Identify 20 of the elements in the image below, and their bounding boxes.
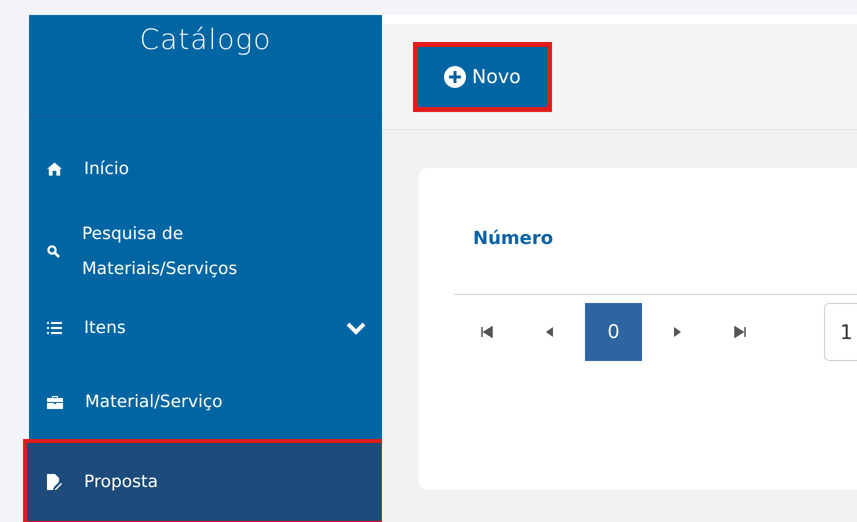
page-size-field[interactable]: 1 xyxy=(824,303,857,361)
briefcase-icon xyxy=(47,395,63,409)
plus-circle-icon xyxy=(444,66,466,88)
nav-item[interactable]: Pesquisa de Materiais/Serviços xyxy=(29,209,382,294)
nav-item[interactable]: Início xyxy=(29,129,382,209)
nav-item[interactable]: Itens xyxy=(29,294,382,362)
nav-item[interactable]: Proposta xyxy=(26,442,382,522)
previous-page-icon[interactable] xyxy=(544,326,554,338)
search-icon xyxy=(47,245,60,258)
new-button[interactable]: Novo xyxy=(418,46,547,106)
app-title: Catálogo xyxy=(140,23,272,58)
last-page-icon[interactable] xyxy=(734,326,746,338)
list-icon xyxy=(47,322,62,334)
column-header[interactable]: Número xyxy=(454,228,857,295)
next-page-icon[interactable] xyxy=(673,326,683,338)
home-icon xyxy=(47,162,62,176)
edit-icon xyxy=(47,474,62,490)
page-button[interactable]: 0 xyxy=(585,303,642,361)
first-page-icon[interactable] xyxy=(481,326,493,338)
nav-item[interactable]: Material/Serviço xyxy=(29,362,382,442)
